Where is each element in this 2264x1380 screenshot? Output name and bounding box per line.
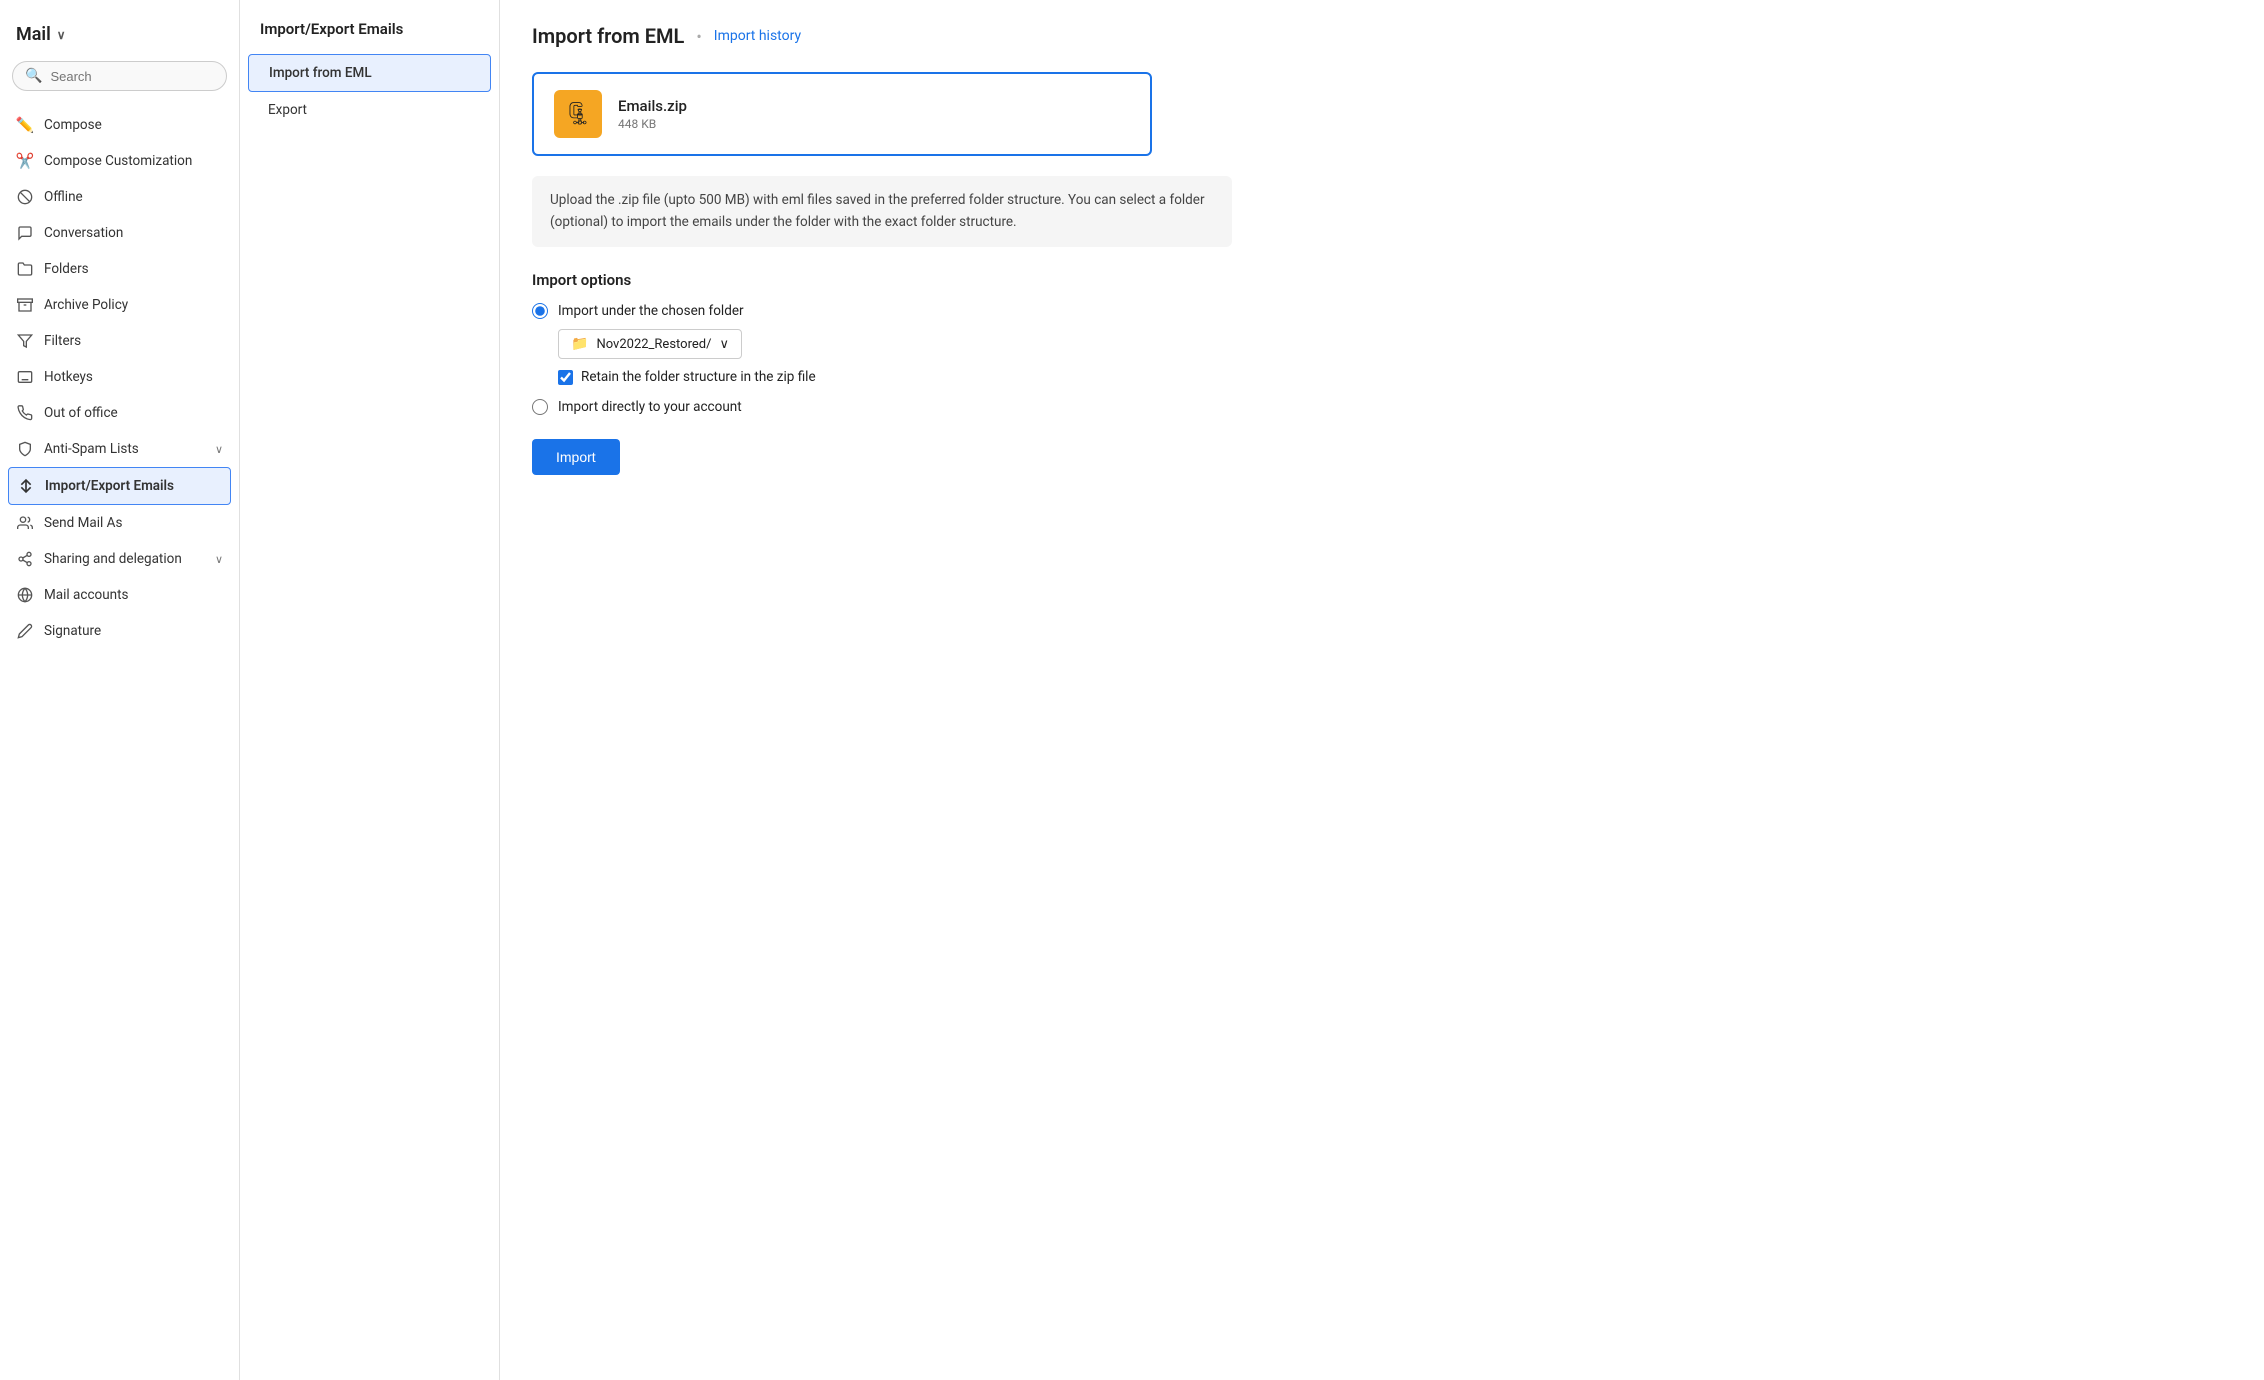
- sharing-icon: [16, 550, 34, 568]
- sidebar-item-label: Signature: [44, 623, 101, 639]
- app-title[interactable]: Mail ∨: [0, 16, 239, 61]
- offline-icon: [16, 188, 34, 206]
- sidebar-item-import-export[interactable]: Import/Export Emails: [8, 467, 231, 505]
- folders-icon: [16, 260, 34, 278]
- sidebar-item-filters[interactable]: Filters: [0, 323, 239, 359]
- sidebar-item-label: Anti-Spam Lists: [44, 441, 139, 457]
- sidebar-item-label: Send Mail As: [44, 515, 122, 531]
- sidebar-item-label: Out of office: [44, 405, 118, 421]
- radio-label-directly[interactable]: Import directly to your account: [532, 399, 2232, 415]
- sidebar-item-hotkeys[interactable]: Hotkeys: [0, 359, 239, 395]
- sub-options: 📁 Nov2022_Restored/ ∨ Retain the folder …: [558, 329, 2232, 385]
- zip-icon: 🗜: [564, 102, 592, 127]
- chevron-down-icon: ∨: [215, 443, 223, 456]
- sidebar-item-label: Compose Customization: [44, 153, 192, 169]
- info-box: Upload the .zip file (upto 500 MB) with …: [532, 176, 1232, 247]
- main-header: Import from EML • Import history: [532, 24, 2232, 48]
- sidebar-item-sharing[interactable]: Sharing and delegation ∨: [0, 541, 239, 577]
- radio-text-directly: Import directly to your account: [558, 399, 742, 415]
- file-size: 448 KB: [618, 117, 687, 131]
- sidebar-item-compose[interactable]: ✏️ Compose: [0, 107, 239, 143]
- folder-chevron-icon: ∨: [719, 337, 729, 352]
- sidebar-item-label: Import/Export Emails: [45, 478, 174, 494]
- info-text: Upload the .zip file (upto 500 MB) with …: [550, 192, 1205, 230]
- conversation-icon: [16, 224, 34, 242]
- retain-folder-structure-checkbox-label[interactable]: Retain the folder structure in the zip f…: [558, 369, 2232, 385]
- search-icon: 🔍: [25, 68, 42, 84]
- sidebar-item-label: Folders: [44, 261, 89, 277]
- file-info: Emails.zip 448 KB: [618, 97, 687, 131]
- sub-item-label: Import from EML: [269, 65, 372, 81]
- sidebar-item-folders[interactable]: Folders: [0, 251, 239, 287]
- import-options-title: Import options: [532, 271, 2232, 289]
- import-history-link[interactable]: Import history: [714, 28, 801, 44]
- mail-accounts-icon: [16, 586, 34, 604]
- sidebar-item-label: Compose: [44, 117, 102, 133]
- sidebar: Mail ∨ 🔍 ✏️ Compose ✂️ Compose Customiza…: [0, 0, 240, 1380]
- out-of-office-icon: [16, 404, 34, 422]
- retain-folder-structure-checkbox[interactable]: [558, 370, 573, 385]
- compose-customization-icon: ✂️: [16, 152, 34, 170]
- page-title: Import from EML: [532, 24, 684, 48]
- anti-spam-icon: [16, 440, 34, 458]
- import-button[interactable]: Import: [532, 439, 620, 475]
- search-input[interactable]: [50, 69, 214, 84]
- radio-label-chosen-folder[interactable]: Import under the chosen folder: [532, 303, 2232, 319]
- sub-item-export[interactable]: Export: [248, 92, 491, 128]
- sidebar-item-anti-spam[interactable]: Anti-Spam Lists ∨: [0, 431, 239, 467]
- sidebar-item-conversation[interactable]: Conversation: [0, 215, 239, 251]
- sidebar-item-label: Conversation: [44, 225, 123, 241]
- radio-input-directly[interactable]: [532, 399, 548, 415]
- sidebar-item-send-mail-as[interactable]: Send Mail As: [0, 505, 239, 541]
- sidebar-item-signature[interactable]: Signature: [0, 613, 239, 649]
- sidebar-item-archive-policy[interactable]: Archive Policy: [0, 287, 239, 323]
- import-export-icon: [17, 477, 35, 495]
- radio-text-chosen-folder: Import under the chosen folder: [558, 303, 744, 319]
- app-title-text: Mail: [16, 24, 51, 45]
- folder-select-label: Nov2022_Restored/: [596, 337, 711, 352]
- sidebar-item-label: Mail accounts: [44, 587, 129, 603]
- import-options-section: Import options Import under the chosen f…: [532, 271, 2232, 415]
- folder-icon: 📁: [571, 336, 588, 352]
- header-dot: •: [696, 27, 701, 46]
- signature-icon: [16, 622, 34, 640]
- radio-input-chosen-folder[interactable]: [532, 303, 548, 319]
- search-bar[interactable]: 🔍: [12, 61, 227, 91]
- sidebar-item-label: Archive Policy: [44, 297, 128, 313]
- sidebar-item-label: Filters: [44, 333, 81, 349]
- sidebar-item-out-of-office[interactable]: Out of office: [0, 395, 239, 431]
- folder-select[interactable]: 📁 Nov2022_Restored/ ∨: [558, 329, 742, 359]
- sub-item-label: Export: [268, 102, 307, 118]
- file-upload-box[interactable]: 🗜 Emails.zip 448 KB: [532, 72, 1152, 156]
- sidebar-item-compose-customization[interactable]: ✂️ Compose Customization: [0, 143, 239, 179]
- sidebar-item-offline[interactable]: Offline: [0, 179, 239, 215]
- chevron-down-icon: ∨: [215, 553, 223, 566]
- filters-icon: [16, 332, 34, 350]
- archive-icon: [16, 296, 34, 314]
- app-title-chevron: ∨: [57, 28, 66, 42]
- sidebar-item-label: Hotkeys: [44, 369, 93, 385]
- compose-icon: ✏️: [16, 116, 34, 134]
- radio-group: Import under the chosen folder 📁 Nov2022…: [532, 303, 2232, 415]
- sidebar-item-label: Offline: [44, 189, 83, 205]
- file-icon: 🗜: [554, 90, 602, 138]
- middle-panel: Import/Export Emails Import from EML Exp…: [240, 0, 500, 1380]
- radio-option-chosen-folder: Import under the chosen folder 📁 Nov2022…: [532, 303, 2232, 385]
- file-name: Emails.zip: [618, 97, 687, 115]
- hotkeys-icon: [16, 368, 34, 386]
- checkbox-label-text: Retain the folder structure in the zip f…: [581, 369, 816, 385]
- send-mail-as-icon: [16, 514, 34, 532]
- sidebar-item-mail-accounts[interactable]: Mail accounts: [0, 577, 239, 613]
- sub-item-import-eml[interactable]: Import from EML: [248, 54, 491, 92]
- middle-panel-title: Import/Export Emails: [240, 20, 499, 54]
- sidebar-item-label: Sharing and delegation: [44, 551, 182, 567]
- main-content: Import from EML • Import history 🗜 Email…: [500, 0, 2264, 1380]
